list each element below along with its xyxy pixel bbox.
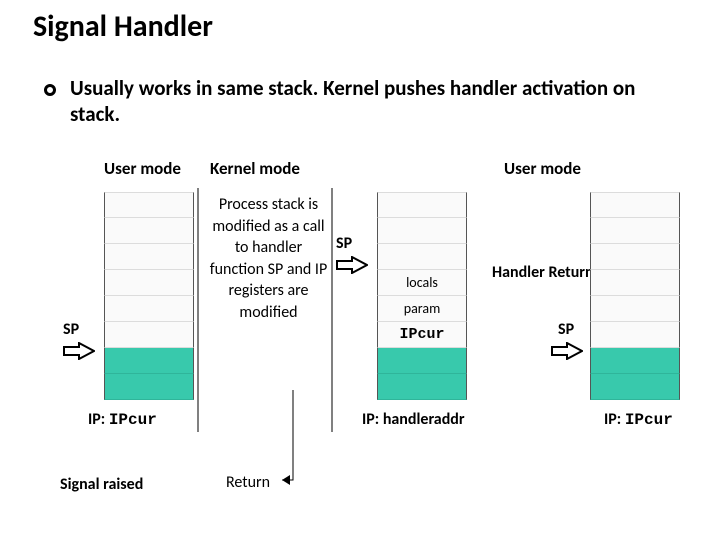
stack-user-right: [590, 192, 680, 400]
ip-caption-right: IP: IPcur: [604, 410, 673, 429]
stack1-cell-6: [104, 348, 194, 374]
mode-label-kernel: Kernel mode: [210, 158, 300, 179]
ip-left-prefix: IP:: [88, 410, 109, 429]
stack2-cell-locals: locals: [377, 270, 467, 296]
stack1-cell-7: [104, 374, 194, 400]
stack2-cell-ipcur: IPcur: [377, 322, 467, 348]
stack3-cell-3: [590, 270, 680, 296]
return-label: Return: [226, 473, 270, 492]
stack3-cell-1: [590, 218, 680, 244]
ip-right-prefix: IP:: [604, 410, 625, 429]
stack2-cell-0: [377, 192, 467, 218]
ip-right-mono: IPcur: [625, 411, 673, 429]
stack1-cell-3: [104, 270, 194, 296]
ip-caption-mid: IP: handleraddr: [362, 410, 465, 429]
stack1-cell-1: [104, 218, 194, 244]
bullet-marker: [44, 84, 56, 96]
stack3-cell-0: [590, 192, 680, 218]
stack1-cell-2: [104, 244, 194, 270]
sp-arrow-stack1: [63, 342, 95, 360]
stack3-cell-4: [590, 296, 680, 322]
stack2-cell-7: [377, 374, 467, 400]
stack3-cell-2: [590, 244, 680, 270]
ip-left-mono: IPcur: [109, 411, 157, 429]
ip-caption-left: IP: IPcur: [88, 410, 157, 429]
stack1-cell-0: [104, 192, 194, 218]
stack3-cell-5: [590, 322, 680, 348]
sp-label-stack2: SP: [336, 234, 352, 253]
kernel-description: Process stack is modified as a call to h…: [206, 194, 331, 324]
stack1-cell-4: [104, 296, 194, 322]
sp-arrow-stack3: [551, 342, 583, 360]
stack1-cell-5: [104, 322, 194, 348]
stack2-cell-6: [377, 348, 467, 374]
signal-raised-label: Signal raised: [60, 475, 143, 494]
stack3-cell-6: [590, 348, 680, 374]
sp-label-stack1: SP: [63, 320, 79, 339]
slide-title: Signal Handler: [33, 10, 213, 43]
stack2-cell-2: [377, 244, 467, 270]
stack2-cell-param: param: [377, 296, 467, 322]
stack2-cell-1: [377, 218, 467, 244]
bullet-text: Usually works in same stack. Kernel push…: [70, 75, 670, 128]
sp-arrow-stack2: [336, 256, 368, 274]
stack-user-mid: locals param IPcur: [377, 192, 467, 400]
stack-user-left: [104, 192, 194, 400]
stack3-cell-7: [590, 374, 680, 400]
handler-returns-label: Handler Returns: [492, 263, 600, 283]
mode-label-user-left: User mode: [104, 158, 181, 179]
sp-label-stack3: SP: [558, 320, 574, 339]
mode-label-user-right: User mode: [504, 158, 581, 179]
